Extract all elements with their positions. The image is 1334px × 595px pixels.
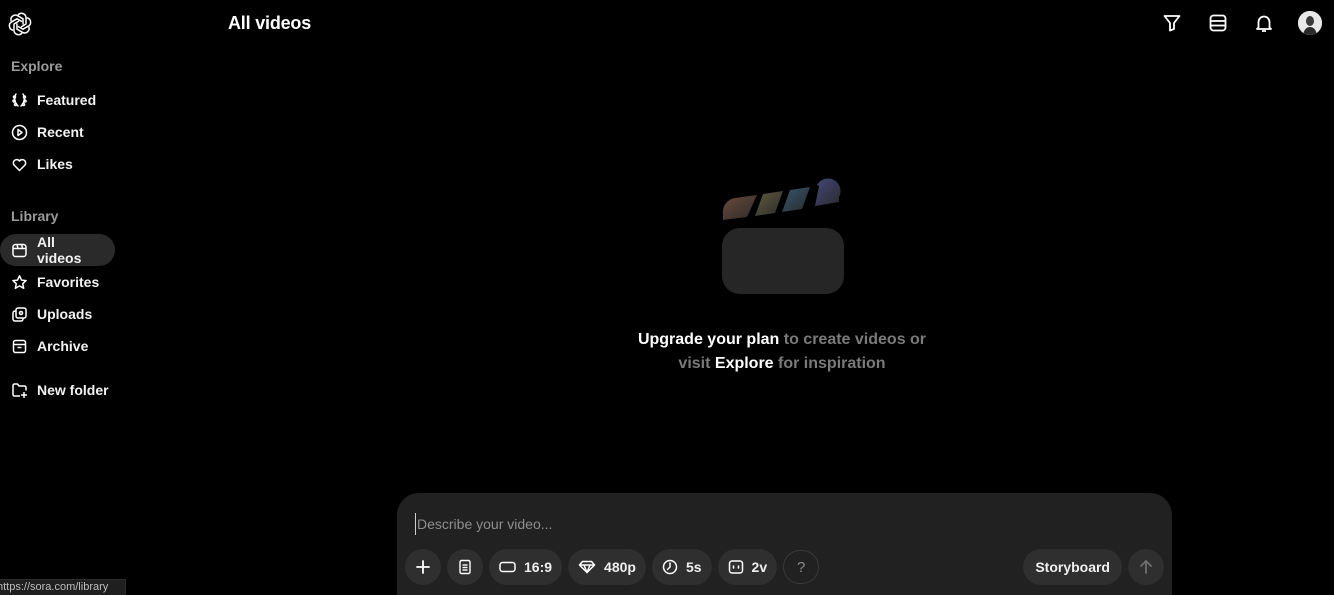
sidebar-item-featured[interactable]: Featured <box>0 84 108 116</box>
diamond-icon <box>578 560 596 574</box>
sidebar-item-label: Featured <box>37 92 97 108</box>
empty-text-fragment: to create videos or <box>779 331 927 348</box>
sidebar-item-recent[interactable]: Recent <box>0 116 96 148</box>
sidebar-item-label: Archive <box>37 338 89 354</box>
aspect-ratio-button[interactable]: 16:9 <box>489 549 563 585</box>
status-link-url: https://sora.com/library <box>0 579 126 595</box>
duration-button[interactable]: 5s <box>651 549 712 585</box>
page-title: All videos <box>228 13 312 33</box>
variations-button[interactable]: 2v <box>717 549 778 585</box>
composer-options: 16:9 480p 5s 2v ? <box>405 549 820 585</box>
variations-value: 2v <box>751 559 768 575</box>
empty-state-message: Upgrade your plan to create videos or vi… <box>560 328 1004 376</box>
sidebar-item-label: Recent <box>37 124 84 140</box>
sidebar-item-label: New folder <box>37 382 109 398</box>
prompt-composer: 16:9 480p 5s <box>397 493 1172 595</box>
aspect-ratio-value: 16:9 <box>524 559 553 575</box>
archive-icon <box>11 338 28 355</box>
sidebar-item-likes[interactable]: Likes <box>0 148 85 180</box>
sidebar-item-archive[interactable]: Archive <box>0 330 100 362</box>
add-media-button[interactable] <box>405 549 441 585</box>
empty-text-fragment: visit <box>678 355 715 372</box>
filter-icon[interactable] <box>1160 11 1184 35</box>
bell-icon[interactable] <box>1252 11 1276 35</box>
sidebar-item-label: Favorites <box>37 274 100 290</box>
star-icon <box>11 274 28 291</box>
resolution-button[interactable]: 480p <box>568 549 646 585</box>
explore-section-label: Explore <box>11 58 63 74</box>
folder-plus-icon <box>11 382 28 399</box>
upgrade-plan-link[interactable]: Upgrade your plan <box>638 331 779 348</box>
uploads-icon <box>11 306 28 323</box>
prompt-input[interactable] <box>415 513 1015 535</box>
avatar[interactable] <box>1298 11 1322 35</box>
arrow-up-icon <box>1140 560 1152 574</box>
sidebar-item-favorites[interactable]: Favorites <box>0 266 111 298</box>
sidebar: Explore Featured Recent Likes Library Al… <box>0 56 180 406</box>
resolution-value: 480p <box>604 559 636 575</box>
sidebar-item-all-videos[interactable]: All videos <box>0 234 115 266</box>
sidebar-item-label: Likes <box>37 156 73 172</box>
document-icon <box>459 559 471 575</box>
help-button[interactable]: ? <box>783 550 820 584</box>
plus-icon <box>416 560 430 574</box>
storyboard-button[interactable]: Storyboard <box>1023 549 1122 585</box>
presets-button[interactable] <box>447 549 483 585</box>
sidebar-item-label: All videos <box>37 234 82 266</box>
composer-actions: Storyboard <box>1023 549 1164 585</box>
empty-text-fragment: for inspiration <box>773 355 886 372</box>
play-circle-icon <box>11 124 28 141</box>
submit-button[interactable] <box>1128 549 1164 585</box>
duration-value: 5s <box>685 559 702 575</box>
sidebar-item-uploads[interactable]: Uploads <box>0 298 104 330</box>
clock-icon <box>662 559 678 575</box>
clapperboard-icon <box>722 178 844 294</box>
new-folder-button[interactable]: New folder <box>0 374 121 406</box>
laurel-icon <box>11 92 28 109</box>
heart-icon <box>11 156 28 173</box>
variations-icon <box>728 559 744 575</box>
openai-logo-icon[interactable] <box>8 12 32 36</box>
empty-state: Upgrade your plan to create videos or vi… <box>560 170 1004 376</box>
aspect-ratio-icon <box>499 561 516 573</box>
layout-icon[interactable] <box>1206 11 1230 35</box>
calendar-icon <box>11 242 28 259</box>
sidebar-item-label: Uploads <box>37 306 93 322</box>
library-section-label: Library <box>11 208 59 224</box>
explore-link[interactable]: Explore <box>715 355 774 372</box>
top-toolbar <box>1160 11 1322 35</box>
